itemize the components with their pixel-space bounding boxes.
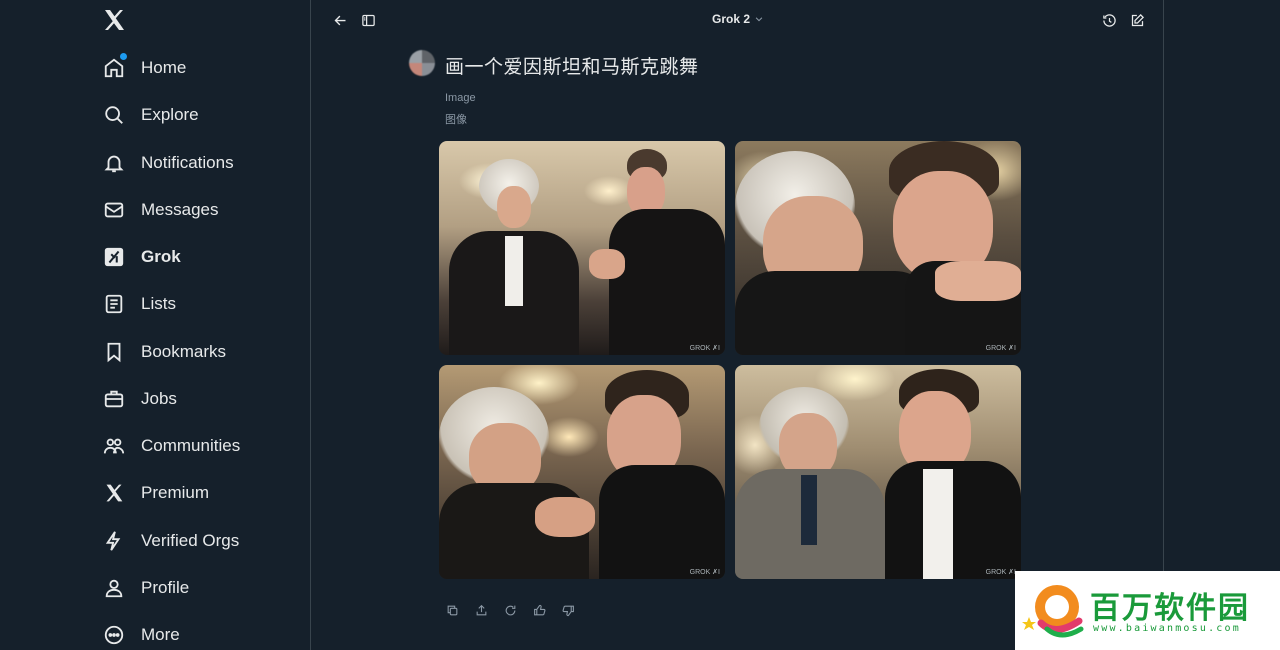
nav-lists[interactable]: Lists xyxy=(102,289,302,319)
envelope-icon xyxy=(102,198,126,222)
model-selector[interactable]: Grok 2 xyxy=(712,12,764,26)
nav-grok[interactable]: Grok xyxy=(102,242,302,272)
share-icon[interactable] xyxy=(474,603,489,618)
nav-notifications[interactable]: Notifications xyxy=(102,148,302,178)
nav-label: Communities xyxy=(141,436,241,455)
chevron-down-icon xyxy=(755,17,763,22)
x-logo-icon[interactable] xyxy=(102,8,126,32)
nav-label: Profile xyxy=(141,578,190,597)
user-avatar[interactable] xyxy=(409,50,435,76)
generated-image-1[interactable]: GROK ✗I xyxy=(439,141,725,355)
home-icon xyxy=(102,53,127,80)
nav-label: Explore xyxy=(141,105,199,124)
history-button[interactable] xyxy=(1100,11,1118,29)
model-label: Grok 2 xyxy=(712,12,751,26)
nav-label: Bookmarks xyxy=(141,342,227,361)
thumbs-down-icon[interactable] xyxy=(561,603,576,618)
sidebar: Home Explore Notifications Messages Grok xyxy=(0,0,311,650)
nav-label: Lists xyxy=(141,294,176,313)
site-logo-icon xyxy=(1022,585,1084,638)
nav-label: Verified Orgs xyxy=(141,531,240,550)
search-icon xyxy=(102,103,126,127)
response-type-label-zh: 图像 xyxy=(445,114,467,126)
topbar: Grok 2 xyxy=(311,0,1164,40)
nav-messages[interactable]: Messages xyxy=(102,195,302,225)
nav-label: Notifications xyxy=(141,153,234,172)
copy-icon[interactable] xyxy=(445,603,460,618)
user-prompt: 画一个爱因斯坦和马斯克跳舞 xyxy=(445,56,699,78)
site-watermark: 百万软件园 www.baiwanmosu.com xyxy=(1015,571,1280,650)
nav-explore[interactable]: Explore xyxy=(102,100,302,130)
generated-image-3[interactable]: GROK ✗I xyxy=(439,365,725,579)
nav-jobs[interactable]: Jobs xyxy=(102,384,302,414)
new-chat-button[interactable] xyxy=(1128,11,1146,29)
image-watermark: GROK ✗I xyxy=(985,345,1016,352)
x-icon xyxy=(102,481,126,505)
image-watermark: GROK ✗I xyxy=(689,569,720,576)
nav-more[interactable]: More xyxy=(102,620,302,650)
nav-communities[interactable]: Communities xyxy=(102,431,302,461)
more-circle-icon xyxy=(102,623,126,647)
nav-label: Home xyxy=(141,58,187,77)
grok-icon xyxy=(102,245,126,269)
bell-icon xyxy=(102,151,126,175)
nav-label: Grok xyxy=(141,247,181,266)
nav-premium[interactable]: Premium xyxy=(102,478,302,508)
person-icon xyxy=(102,576,126,600)
response-type-label: Image xyxy=(445,92,476,104)
nav-bookmarks[interactable]: Bookmarks xyxy=(102,337,302,367)
sidebar-toggle-button[interactable] xyxy=(359,11,377,29)
generated-image-4[interactable]: GROK ✗I xyxy=(735,365,1021,579)
nav-label: More xyxy=(141,625,180,644)
nav-home[interactable]: Home xyxy=(102,53,302,83)
image-watermark: GROK ✗I xyxy=(985,569,1016,576)
thumbs-up-icon[interactable] xyxy=(532,603,547,618)
notification-dot xyxy=(120,53,127,60)
nav-label: Messages xyxy=(141,200,219,219)
back-button[interactable] xyxy=(331,11,349,29)
site-title: 百万软件园 xyxy=(1090,591,1250,626)
nav-label: Jobs xyxy=(141,389,177,408)
people-icon xyxy=(102,434,126,458)
nav-verified-orgs[interactable]: Verified Orgs xyxy=(102,526,302,556)
nav-profile[interactable]: Profile xyxy=(102,573,302,603)
list-icon xyxy=(102,292,126,316)
site-url: www.baiwanmosu.com xyxy=(1093,623,1241,634)
briefcase-icon xyxy=(102,387,126,411)
grok-main: Grok 2 画一个爱因斯坦和马斯克跳舞 Image 图像 GROK ✗I GR… xyxy=(311,0,1164,650)
bookmark-icon xyxy=(102,340,126,364)
lightning-icon xyxy=(102,529,126,553)
image-watermark: GROK ✗I xyxy=(689,345,720,352)
generated-image-2[interactable]: GROK ✗I xyxy=(735,141,1021,355)
nav-label: Premium xyxy=(141,483,210,502)
response-actions xyxy=(445,603,590,618)
regenerate-icon[interactable] xyxy=(503,603,518,618)
